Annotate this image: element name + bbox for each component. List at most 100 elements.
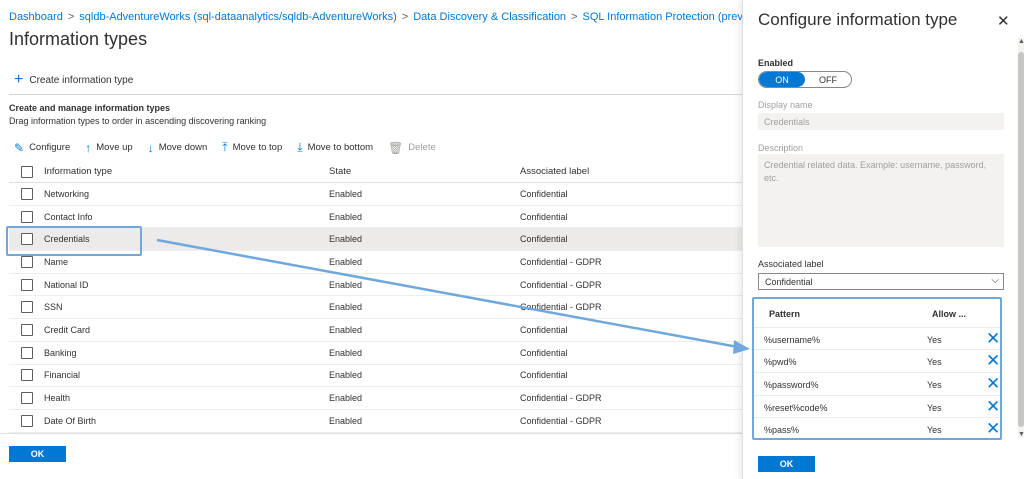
- allow-value[interactable]: Yes: [927, 335, 942, 345]
- table-row[interactable]: Health Enabled Confidential - GDPR: [9, 387, 742, 410]
- ok-button[interactable]: OK: [9, 446, 66, 462]
- move-up-label: Move up: [96, 142, 133, 153]
- row-checkbox[interactable]: [21, 301, 33, 314]
- toggle-off[interactable]: OFF: [805, 72, 851, 87]
- breadcrumb-sql-info-protection[interactable]: SQL Information Protection (preview): [583, 11, 764, 23]
- panel-scrollbar[interactable]: [1018, 38, 1024, 438]
- row-checkbox[interactable]: [21, 210, 33, 223]
- create-information-type-button[interactable]: + Create information type: [14, 72, 133, 88]
- move-up-button[interactable]: ↑ Move up: [85, 141, 132, 155]
- delete-pattern-icon[interactable]: ✕: [986, 352, 1000, 369]
- pattern-value[interactable]: %pwd%: [764, 357, 797, 367]
- scroll-down-icon[interactable]: ▼: [1018, 431, 1024, 438]
- delete-pattern-icon[interactable]: ✕: [986, 420, 1000, 437]
- patterns-table: Pattern Allow ... %username% Yes ✕ %pwd%…: [752, 297, 1002, 440]
- move-down-button[interactable]: ↓ Move down: [148, 141, 208, 155]
- delete-pattern-icon[interactable]: ✕: [986, 330, 1000, 347]
- toolbar: ✎ Configure ↑ Move up ↓ Move down ⤒ Move…: [14, 140, 436, 155]
- pattern-value[interactable]: %reset%code%: [764, 403, 828, 413]
- row-state: Enabled: [329, 211, 363, 222]
- delete-pattern-icon[interactable]: ✕: [986, 398, 1000, 415]
- enabled-label: Enabled: [758, 58, 794, 68]
- row-label: Confidential: [520, 324, 568, 335]
- display-name-field[interactable]: Credentials: [758, 113, 1004, 130]
- row-state: Enabled: [329, 234, 363, 245]
- blade-footer: [0, 433, 742, 479]
- table-row[interactable]: Credit Card Enabled Confidential: [9, 319, 742, 342]
- row-checkbox[interactable]: [21, 187, 33, 200]
- associated-label-value: Confidential: [765, 277, 813, 287]
- breadcrumb-database[interactable]: sqldb-AdventureWorks (sql-dataanalytics/…: [79, 11, 397, 23]
- configure-button[interactable]: ✎ Configure: [14, 141, 70, 155]
- allow-value[interactable]: Yes: [927, 357, 942, 367]
- row-checkbox[interactable]: [21, 346, 33, 359]
- delete-button[interactable]: 🗑 Delete: [388, 141, 436, 155]
- pattern-value[interactable]: %password%: [764, 380, 819, 390]
- allow-value[interactable]: Yes: [927, 403, 942, 413]
- arrow-to-top-icon: ⤒: [222, 140, 228, 154]
- close-icon[interactable]: ✕: [997, 12, 1010, 30]
- pattern-row: %username% Yes ✕: [754, 327, 1000, 349]
- enabled-toggle[interactable]: ON OFF: [758, 71, 852, 88]
- delete-pattern-icon[interactable]: ✕: [986, 375, 1000, 392]
- row-name: Credit Card: [44, 324, 91, 335]
- move-to-top-button[interactable]: ⤒ Move to top: [222, 140, 282, 155]
- row-label: Confidential - GDPR: [520, 415, 602, 426]
- pattern-value[interactable]: %pass%: [764, 425, 799, 435]
- move-to-bottom-button[interactable]: ⤓ Move to bottom: [297, 140, 373, 155]
- pattern-row: %password% Yes ✕: [754, 372, 1000, 394]
- table-row[interactable]: SSN Enabled Confidential - GDPR: [9, 296, 742, 320]
- move-to-bottom-label: Move to bottom: [307, 142, 374, 153]
- pencil-icon: ✎: [14, 140, 25, 155]
- row-name: Contact Info: [44, 211, 93, 222]
- row-checkbox[interactable]: [21, 323, 33, 336]
- table-row[interactable]: Networking Enabled Confidential: [9, 183, 742, 206]
- row-checkbox[interactable]: [21, 414, 33, 427]
- header-associated-label[interactable]: Associated label: [520, 166, 589, 177]
- table-row[interactable]: Contact Info Enabled Confidential: [9, 206, 742, 229]
- panel-ok-button[interactable]: OK: [758, 456, 815, 472]
- row-name: Banking: [44, 347, 77, 358]
- section-title: Create and manage information types: [9, 103, 171, 113]
- table-row[interactable]: Banking Enabled Confidential: [9, 342, 742, 365]
- row-checkbox[interactable]: [21, 278, 33, 291]
- description-field[interactable]: Credential related data. Example: userna…: [758, 154, 1004, 247]
- table-row[interactable]: National ID Enabled Confidential - GDPR: [9, 274, 742, 297]
- breadcrumb-data-discovery[interactable]: Data Discovery & Classification: [413, 11, 566, 23]
- move-to-top-label: Move to top: [232, 142, 283, 153]
- row-label: Confidential - GDPR: [520, 279, 602, 290]
- row-name: Health: [44, 393, 71, 404]
- row-state: Enabled: [329, 279, 363, 290]
- row-label: Confidential: [520, 347, 568, 358]
- breadcrumb-separator: >: [67, 11, 75, 23]
- row-label: Confidential - GDPR: [520, 393, 602, 404]
- row-name: Date Of Birth: [44, 415, 97, 426]
- row-name: Networking: [44, 188, 90, 199]
- scroll-up-icon[interactable]: ▲: [1018, 38, 1024, 45]
- row-state: Enabled: [329, 256, 363, 267]
- row-label: Confidential: [520, 188, 568, 199]
- row-checkbox[interactable]: [21, 255, 33, 268]
- pattern-row: %pwd% Yes ✕: [754, 349, 1000, 371]
- table-row[interactable]: Date Of Birth Enabled Confidential - GDP…: [9, 410, 742, 433]
- information-types-blade: Dashboard > sqldb-AdventureWorks (sql-data…: [0, 0, 775, 479]
- scrollbar-thumb[interactable]: [1018, 52, 1024, 427]
- row-label: Confidential: [520, 211, 568, 222]
- breadcrumb-dashboard[interactable]: Dashboard: [9, 11, 63, 23]
- divider: [9, 94, 742, 95]
- allow-value[interactable]: Yes: [927, 425, 942, 435]
- row-checkbox[interactable]: [21, 369, 33, 382]
- associated-label-dropdown[interactable]: Confidential ⌵: [758, 273, 1004, 290]
- select-all-checkbox[interactable]: [21, 165, 33, 178]
- table-row[interactable]: Financial Enabled Confidential: [9, 365, 742, 388]
- allow-value[interactable]: Yes: [927, 380, 942, 390]
- header-state[interactable]: State: [329, 166, 351, 177]
- arrow-up-icon: ↑: [85, 140, 92, 155]
- row-checkbox[interactable]: [21, 392, 33, 405]
- pattern-value[interactable]: %username%: [764, 335, 820, 345]
- pattern-row: %pass% Yes ✕: [754, 417, 1000, 439]
- row-state: Enabled: [329, 324, 363, 335]
- move-down-label: Move down: [158, 142, 208, 153]
- toggle-on[interactable]: ON: [759, 72, 805, 87]
- header-information-type[interactable]: Information type: [44, 166, 112, 177]
